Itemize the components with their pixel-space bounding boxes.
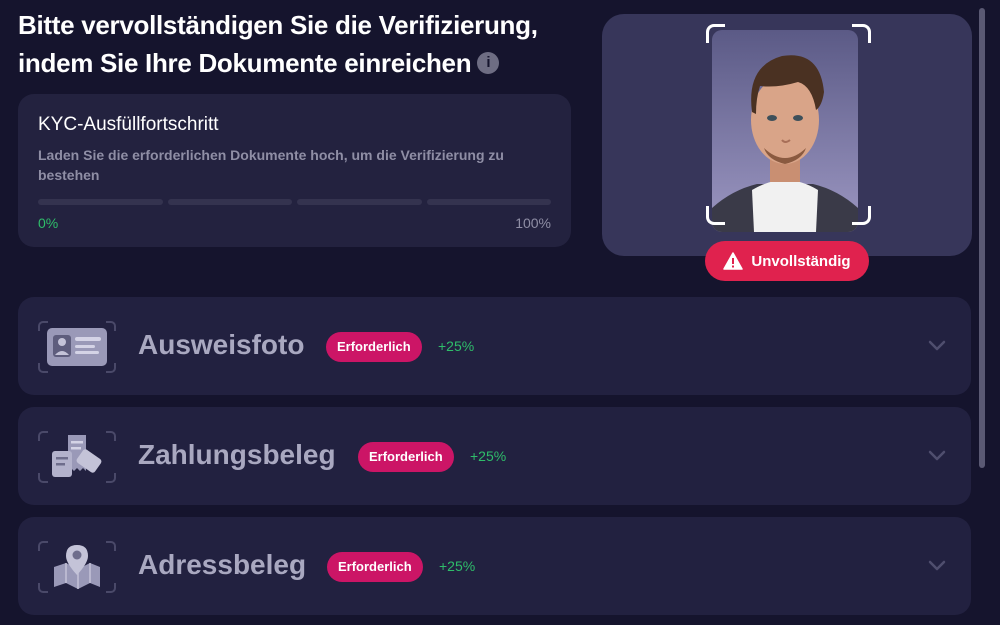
- scan-frame-corner: [852, 206, 871, 225]
- progress-title: KYC-Ausfüllfortschritt: [38, 114, 219, 135]
- document-title: Zahlungsbeleg: [138, 439, 336, 470]
- required-badge: Erforderlich: [327, 552, 423, 582]
- scrollbar-thumb[interactable]: [979, 8, 985, 468]
- bonus-label: +25%: [470, 448, 507, 464]
- progress-segment: [426, 199, 551, 205]
- page-title-text: Bitte vervollständigen Sie die Verifizie…: [18, 10, 538, 78]
- bonus-label: +25%: [438, 338, 475, 354]
- page-title: Bitte vervollständigen Sie die Verifizie…: [18, 6, 588, 82]
- document-card-address-proof[interactable]: Adressbeleg Erforderlich +25%: [18, 517, 971, 615]
- receipt-icon: [38, 431, 116, 483]
- chevron-down-icon[interactable]: [927, 335, 947, 355]
- id-card-icon: [38, 321, 116, 373]
- bonus-label: +25%: [439, 558, 476, 574]
- document-title: Ausweisfoto: [138, 329, 305, 360]
- required-badge: Erforderlich: [358, 442, 454, 472]
- document-title: Adressbeleg: [138, 549, 307, 580]
- progress-segment: [167, 199, 292, 205]
- document-card-payment-receipt[interactable]: Zahlungsbeleg Erforderlich +25%: [18, 407, 971, 505]
- scan-frame-corner: [852, 24, 871, 43]
- progress-description: Laden Sie die erforderlichen Dokumente h…: [38, 147, 504, 183]
- progress-segment: [297, 199, 422, 205]
- chevron-down-icon[interactable]: [927, 445, 947, 465]
- scan-frame-corner: [706, 206, 725, 225]
- profile-photo-card: [602, 14, 972, 256]
- kyc-progress-card: KYC-Ausfüllfortschritt Laden Sie die erf…: [18, 94, 571, 247]
- required-badge: Erforderlich: [326, 332, 422, 362]
- portrait-illustration: [712, 30, 858, 232]
- progress-segment: [38, 199, 163, 205]
- profile-photo: [712, 30, 858, 232]
- status-badge: Unvollständig: [705, 241, 869, 281]
- chevron-down-icon[interactable]: [927, 555, 947, 575]
- document-card-id-photo[interactable]: Ausweisfoto Erforderlich +25%: [18, 297, 971, 395]
- info-icon[interactable]: i: [477, 52, 500, 75]
- progress-start-label: 0%: [38, 215, 59, 231]
- progress-end-label: 100%: [515, 215, 551, 231]
- status-label: Unvollständig: [751, 252, 851, 270]
- warning-icon: [723, 252, 744, 270]
- scan-frame-corner: [706, 24, 725, 43]
- scrollbar[interactable]: [978, 0, 1000, 625]
- map-pin-icon: [38, 541, 116, 593]
- progress-bar: [38, 199, 551, 205]
